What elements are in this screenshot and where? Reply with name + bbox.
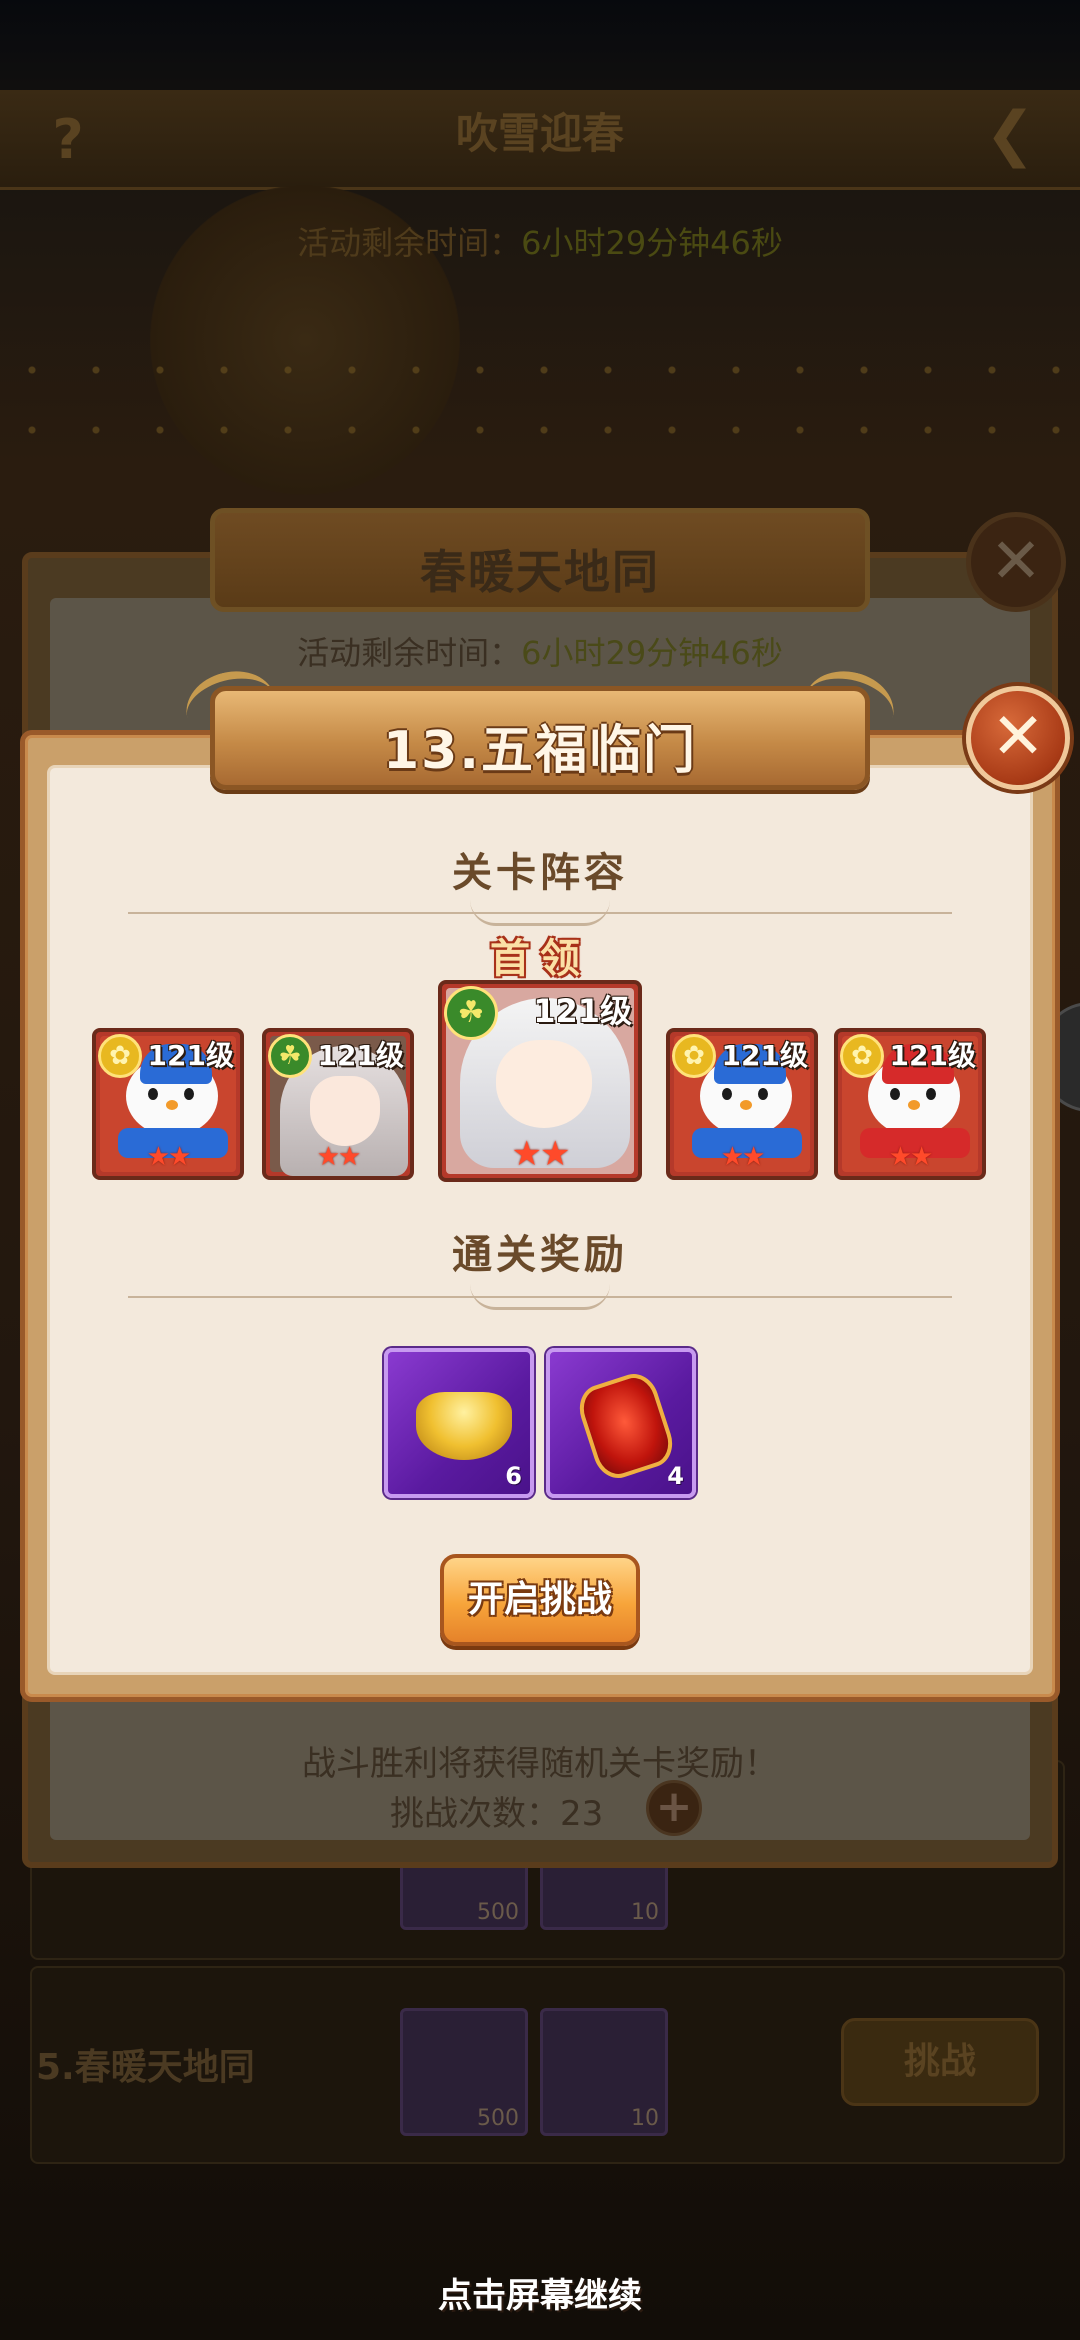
girl-face [310,1076,380,1146]
hero-stars: ★★ [888,1142,934,1172]
back-panel-timer-value: 6小时29分钟46秒 [521,634,783,672]
snowman-nose [166,1100,178,1110]
red-lantern-icon [573,1367,679,1485]
rewards-divider-ornament [470,1284,610,1310]
background-stage-row: 5.春暖天地同 500 10 挑战 [30,1966,1065,2164]
attempts-label: 挑战次数： [390,1794,560,1834]
snowman-nose [908,1100,920,1110]
close-icon: ✕ [991,700,1045,774]
background-reward-item: 500 [400,2008,528,2136]
back-arrow-icon[interactable]: ❮ [970,104,1050,164]
rose-faction-icon: ✿ [672,1034,716,1078]
background-reward-count: 10 [631,1900,659,1925]
enemy-hero-card[interactable]: ✿ 121级 ★★ [834,1028,986,1180]
start-challenge-button[interactable]: 开启挑战 [440,1554,640,1646]
reward-count: 4 [667,1462,684,1490]
attempts-counter: 挑战次数：23 [390,1786,603,1835]
leaf-faction-icon: ☘ [444,986,498,1040]
snowman-eye [758,1088,768,1100]
back-panel-close-icon[interactable]: ✕ [966,512,1066,612]
back-panel-timer: 活动剩余时间：6小时29分钟46秒 [0,628,1080,674]
snowman-eye [890,1088,900,1100]
hero-stars: ★★ [720,1142,766,1172]
victory-reward-note: 战斗胜利将获得随机关卡奖励！ [302,1744,778,1784]
hero-stars: ★★ [316,1142,362,1172]
back-panel-timer-label: 活动剩余时间： [297,634,522,672]
background-reward-count: 500 [477,2106,519,2131]
gold-ingot-icon [416,1392,512,1460]
background-reward-count: 10 [631,2106,659,2131]
background-timer: 活动剩余时间：6小时29分钟46秒 [0,218,1080,264]
snowman-eye [926,1088,936,1100]
background-title: 吹雪迎春 [455,109,624,158]
background-stage-label: 5.春暖天地同 [36,2047,255,2088]
rose-faction-icon: ✿ [98,1034,142,1078]
hero-level: 121级 [317,1039,404,1072]
back-panel-title: 春暖天地同 [420,545,660,599]
hero-stars: ★★ [146,1142,192,1172]
lineup-divider-ornament [470,900,610,926]
background-reward-item: 10 [540,2008,668,2136]
rewards-heading: 通关奖励 [452,1232,628,1278]
snowman-nose [740,1100,752,1110]
start-challenge-label: 开启挑战 [467,1579,612,1620]
boss-tag: 首领 [490,936,590,982]
attempts-value: 23 [560,1794,604,1834]
background-reward-count: 500 [477,1900,519,1925]
hero-level: 121级 [889,1039,976,1072]
background-challenge-button[interactable]: 挑战 [841,2018,1039,2106]
boss-face [496,1040,592,1128]
reward-item-gold-ingot[interactable]: 6 [384,1348,534,1498]
background-timer-label: 活动剩余时间： [297,224,522,262]
hero-level: 121级 [533,992,632,1030]
boss-hero-card[interactable]: ☘ 121级 ★★ [438,980,642,1182]
snowman-eye [184,1088,194,1100]
enemy-hero-card[interactable]: ☘ 121级 ★★ [262,1028,414,1180]
snowman-eye [148,1088,158,1100]
hero-level: 121级 [147,1039,234,1072]
hero-level: 121级 [721,1039,808,1072]
enemy-hero-card[interactable]: ✿ 121级 ★★ [92,1028,244,1180]
reward-count: 6 [505,1462,522,1490]
background-timer-value: 6小时29分钟46秒 [521,224,783,262]
hero-stars: ★★ [511,1134,571,1174]
snowman-eye [722,1088,732,1100]
reward-item-red-lantern[interactable]: 4 [546,1348,696,1498]
stage-dialog-title: 13.五福临门 [382,721,698,781]
rose-faction-icon: ✿ [840,1034,884,1078]
enemy-hero-card[interactable]: ✿ 121级 ★★ [666,1028,818,1180]
tap-to-continue-hint[interactable]: 点击屏幕继续 [0,2268,1080,2317]
string-lights-decoration [0,340,1080,460]
add-attempts-icon[interactable]: + [646,1780,702,1836]
close-button[interactable]: ✕ [966,686,1070,790]
lineup-heading: 关卡阵容 [452,850,628,896]
leaf-faction-icon: ☘ [268,1034,312,1078]
